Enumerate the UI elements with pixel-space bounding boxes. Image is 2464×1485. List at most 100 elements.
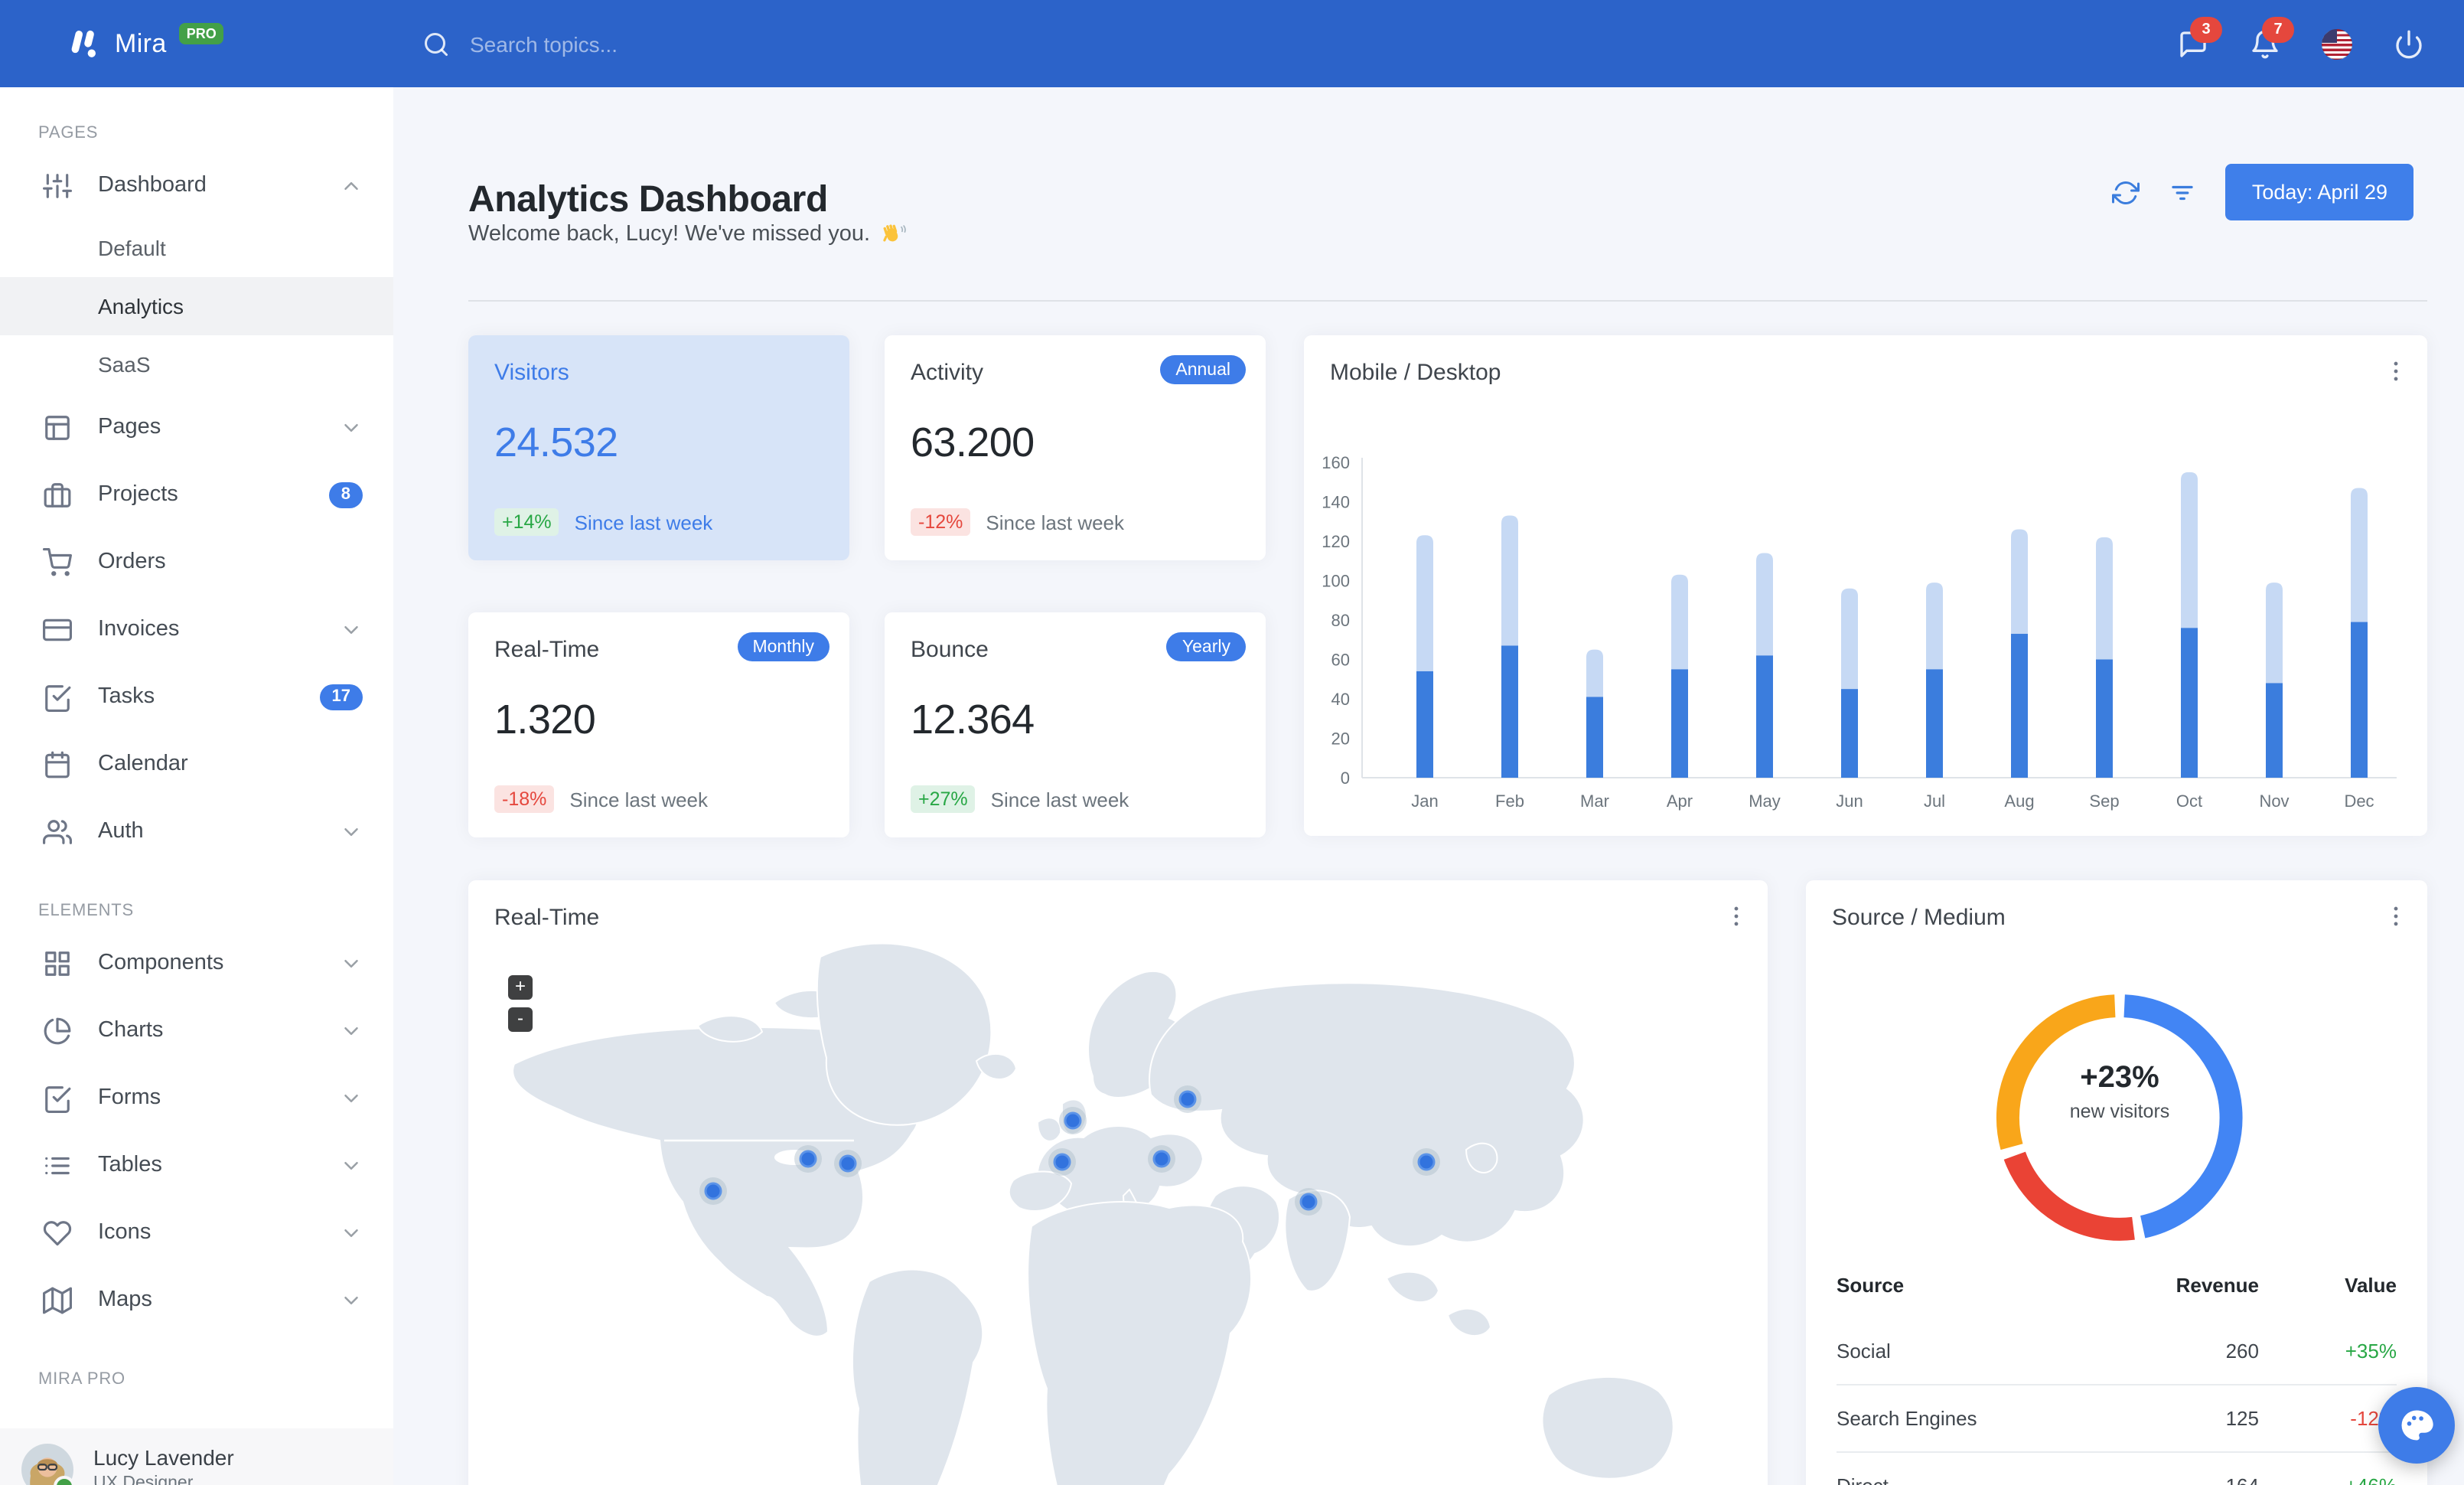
sidebar-item-label: Orders [98, 550, 166, 574]
stat-card-visitors: Visitors 24.532 +14% Since last week [468, 335, 849, 560]
sidebar-section-header: Elements [38, 902, 134, 920]
brand[interactable]: Mira PRO [67, 0, 224, 87]
credit-card-icon [43, 618, 72, 641]
sidebar-subitem-saas[interactable]: SaaS [0, 335, 393, 393]
svg-text:0: 0 [1341, 769, 1350, 788]
sidebar-item-projects[interactable]: Projects 8 [0, 461, 393, 528]
search-icon [422, 30, 450, 57]
filter-button[interactable] [2169, 178, 2197, 206]
sidebar-item-orders[interactable]: Orders [0, 528, 393, 596]
user-role: UX Designer [93, 1474, 194, 1485]
sidebar-item-label: Components [98, 951, 224, 975]
today-date-button[interactable]: Today: April 29 [2225, 164, 2413, 220]
stat-card-value: 24.532 [494, 419, 618, 465]
sidebar-item-pages[interactable]: Pages [0, 393, 393, 461]
palette-icon [2401, 1410, 2433, 1441]
messages-button[interactable]: 3 [2178, 16, 2222, 59]
messages-badge: 3 [2190, 16, 2222, 42]
map-marker[interactable] [1148, 1145, 1175, 1173]
sidebar-item-tasks[interactable]: Tasks 17 [0, 663, 393, 730]
sidebar-item-calendar[interactable]: Calendar [0, 730, 393, 798]
world-map[interactable] [468, 880, 1768, 1485]
chevron-down-icon [344, 1296, 358, 1304]
list-icon [45, 1156, 70, 1174]
mobile-desktop-card: Mobile / Desktop 0 20 40 60 80 100 120 140 160 Ja… [1304, 335, 2427, 836]
map-marker[interactable] [794, 1145, 822, 1173]
svg-text:Jun: Jun [1836, 791, 1863, 811]
brand-name: Mira [115, 28, 167, 57]
period-badge[interactable]: Annual [1160, 355, 1246, 384]
avatar [21, 1444, 75, 1485]
heart-icon [43, 1220, 72, 1245]
sidebar-item-components[interactable]: Components [0, 929, 393, 997]
stat-card-value: 63.200 [911, 419, 1035, 465]
top-navbar: Mira PRO 3 7 [0, 0, 2464, 87]
theme-settings-button[interactable] [2378, 1387, 2455, 1464]
sidebar-item-badge: 17 [319, 684, 363, 710]
power-icon [2396, 29, 2422, 58]
sliders-icon [43, 173, 72, 197]
period-badge[interactable]: Monthly [737, 632, 829, 661]
wave-emoji-icon [879, 220, 905, 246]
sidebar-item-auth[interactable]: Auth [0, 798, 393, 865]
sidebar-item-label: Tables [98, 1153, 162, 1177]
layout-icon [45, 415, 70, 439]
sidebar-item-forms[interactable]: Forms [0, 1064, 393, 1131]
map-marker[interactable] [834, 1150, 862, 1177]
notifications-button[interactable]: 7 [2250, 16, 2294, 59]
chevron-down-icon [344, 1094, 358, 1102]
map-marker[interactable] [699, 1177, 727, 1205]
sidebar-item-invoices[interactable]: Invoices [0, 596, 393, 663]
refresh-icon [2112, 181, 2140, 204]
svg-text:40: 40 [1331, 690, 1350, 709]
chevron-down-icon [344, 959, 358, 967]
period-badge[interactable]: Yearly [1166, 632, 1246, 661]
donut-segment-direct [1996, 994, 2116, 1150]
map-marker[interactable] [1059, 1107, 1087, 1134]
svg-text:Oct: Oct [2176, 791, 2202, 811]
sidebar-subitem-default[interactable]: Default [0, 219, 393, 277]
header-actions: Today: April 29 [2112, 164, 2413, 220]
map-marker[interactable] [1413, 1148, 1440, 1176]
source-medium-card: Source / Medium +23% new visitors Source… [1806, 880, 2427, 1485]
map-zoom-in-button[interactable]: + [508, 975, 533, 1000]
sidebar-item-label: Invoices [98, 617, 180, 641]
map-zoom-out-button[interactable]: - [508, 1007, 533, 1032]
sidebar-item-badge: 8 [328, 481, 363, 508]
us-flag-icon[interactable] [2322, 28, 2352, 59]
logout-button[interactable] [2394, 28, 2424, 59]
header-divider [468, 300, 2427, 302]
chevron-down-icon [344, 1161, 358, 1169]
sidebar-item-label: Charts [98, 1018, 164, 1043]
mira-logo-icon [67, 26, 103, 61]
sidebar-user[interactable]: Lucy Lavender UX Designer [0, 1428, 393, 1485]
pro-badge: PRO [178, 22, 224, 44]
map-land [512, 942, 1674, 1485]
map-marker[interactable] [1295, 1188, 1322, 1216]
svg-text:Aug: Aug [2004, 791, 2034, 811]
svg-text:Jan: Jan [1411, 791, 1438, 811]
map-marker[interactable] [1174, 1085, 1201, 1113]
sidebar-item-icons[interactable]: Icons [0, 1199, 393, 1266]
check-square-icon [45, 1085, 71, 1112]
search-input[interactable] [467, 30, 810, 57]
sidebar-item-tables[interactable]: Tables [0, 1131, 393, 1199]
sidebar-item-maps[interactable]: Maps [0, 1266, 393, 1333]
chevron-down-icon [344, 625, 358, 633]
table-row: Social 260 +35% [1837, 1340, 2397, 1363]
refresh-button[interactable] [2112, 178, 2140, 206]
navbar-actions: 3 7 [2178, 0, 2424, 87]
sidebar-item-charts[interactable]: Charts [0, 997, 393, 1064]
svg-text:60: 60 [1331, 651, 1350, 670]
stat-card-value: 12.364 [911, 697, 1035, 742]
stat-card-activity: Activity Annual 63.200 -12% Since last w… [885, 335, 1266, 560]
delta-badge: +27% [911, 785, 976, 813]
sidebar-item-label: Pages [98, 415, 161, 439]
sidebar-item-label: Dashboard [98, 173, 207, 197]
sidebar-item-dashboard[interactable]: Dashboard [0, 152, 393, 219]
stat-card-note: Since last week [574, 511, 713, 534]
map-marker[interactable] [1048, 1148, 1076, 1176]
sidebar-subitem-analytics[interactable]: Analytics [0, 277, 393, 335]
grid-icon [45, 951, 70, 975]
welcome-message: Welcome back, Lucy! We've missed you. [468, 220, 905, 246]
